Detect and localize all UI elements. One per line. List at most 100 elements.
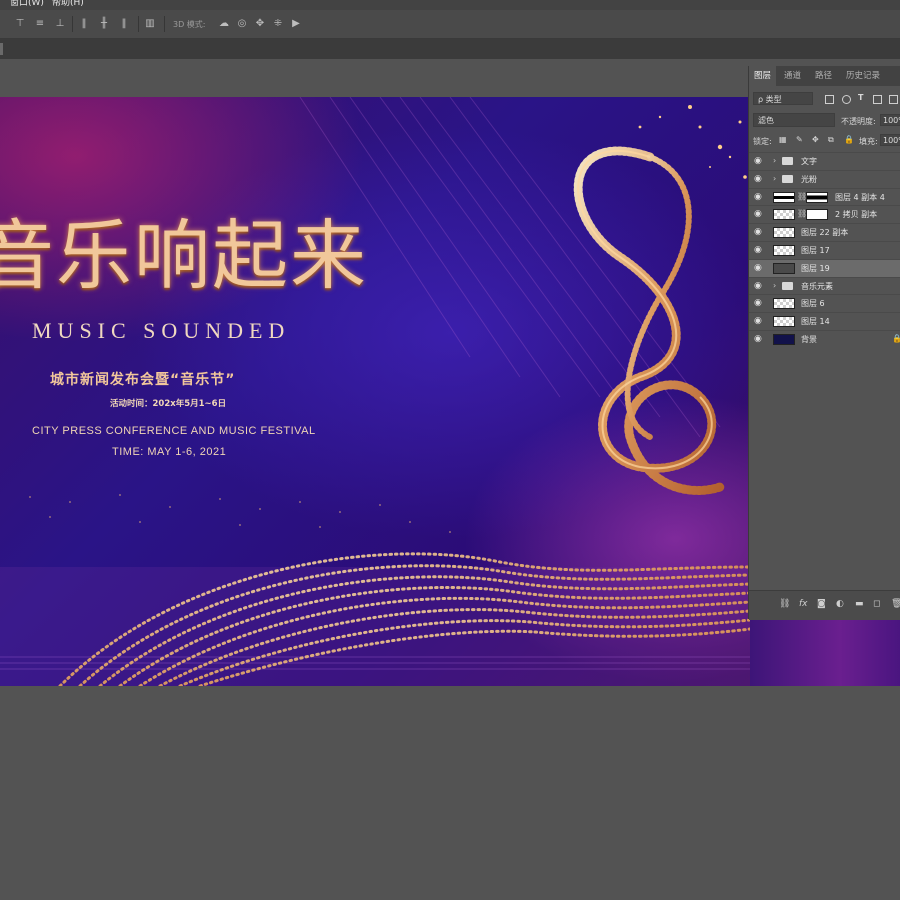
lock-move-icon[interactable]: ✥: [812, 135, 819, 144]
lock-artboard-icon[interactable]: ⧉: [828, 135, 834, 145]
poster-date-en: TIME: MAY 1-6, 2021: [112, 446, 227, 458]
visibility-eye-icon[interactable]: ◉: [754, 192, 762, 202]
3d-mode-label: 3D 模式:: [173, 20, 206, 29]
tab-paths[interactable]: 路径: [810, 66, 837, 86]
filter-pixel-icon[interactable]: [825, 95, 834, 104]
chevron-right-icon[interactable]: ›: [773, 281, 776, 290]
visibility-eye-icon[interactable]: ◉: [754, 317, 762, 326]
new-group-icon[interactable]: ▬: [855, 599, 864, 609]
visibility-eye-icon[interactable]: ◉: [754, 334, 762, 344]
layer-row[interactable]: ◉ › 音乐元素: [749, 276, 900, 295]
options-bar: ⊤ ≡ ⊥ ‖ ╫ ‖ ▥ 3D 模式: ☁ ◎ ✥ ⁜ ▶: [0, 10, 900, 39]
layer-mask-thumbnail[interactable]: [806, 191, 828, 203]
menu-help[interactable]: 帮助(H): [52, 0, 84, 8]
folder-icon: [782, 174, 793, 183]
lock-label: 锁定:: [753, 137, 772, 146]
add-mask-icon[interactable]: ◙: [817, 599, 826, 609]
link-layers-icon[interactable]: ⛓: [779, 599, 790, 609]
delete-layer-icon[interactable]: 🗑: [891, 599, 900, 609]
menu-window[interactable]: 窗口(W): [10, 0, 44, 8]
layer-thumbnail: [773, 209, 795, 221]
tab-channels[interactable]: 通道: [779, 66, 806, 86]
3d-camera-icon[interactable]: ▶: [290, 18, 302, 29]
tab-handle[interactable]: [0, 43, 3, 55]
new-layer-icon[interactable]: ◻: [873, 599, 880, 609]
layer-name: 图层 17: [801, 245, 830, 255]
layer-list: ◉ › 文字 ◉ › 光粉 ◉ ⛓ 图层 4 副本 4 ◉ ⛓ 2 拷贝 副本 …: [749, 152, 900, 348]
visibility-eye-icon[interactable]: ◉: [754, 228, 762, 237]
fx-icon[interactable]: fx: [799, 599, 808, 609]
folder-icon: [782, 281, 793, 290]
canvas-edge: [750, 620, 900, 686]
layer-row-selected[interactable]: ◉ 图层 19: [749, 258, 900, 277]
visibility-eye-icon[interactable]: ◉: [754, 157, 762, 166]
layer-name: 图层 22 副本: [801, 228, 849, 238]
3d-slide-icon[interactable]: ⁜: [272, 18, 284, 29]
layer-name: 图层 4 副本 4: [835, 192, 885, 202]
layer-name: 图层 6: [801, 299, 825, 309]
fill-label: 填充:: [859, 137, 878, 146]
filter-kind-select[interactable]: ρ 类型: [753, 92, 813, 105]
layer-row[interactable]: ◉ ⛓ 2 拷贝 副本: [749, 205, 900, 223]
adjustment-layer-icon[interactable]: ◐: [836, 599, 844, 609]
opacity-input[interactable]: 100%: [880, 114, 900, 126]
document-tab-strip: [0, 39, 900, 59]
layer-row[interactable]: ◉ › 文字: [749, 152, 900, 170]
3d-orbit-icon[interactable]: ☁: [218, 18, 230, 29]
align-top-icon[interactable]: ⊤: [14, 18, 26, 29]
align-bottom-icon[interactable]: ⊥: [54, 18, 66, 29]
layer-name: 背景: [801, 334, 817, 344]
visibility-eye-icon[interactable]: ◉: [754, 245, 762, 255]
chevron-right-icon[interactable]: ›: [773, 156, 776, 165]
poster-event-cn: 城市新闻发布会暨“音乐节”: [50, 372, 236, 388]
layer-row[interactable]: ◉ 图层 22 副本: [749, 223, 900, 241]
visibility-eye-icon[interactable]: ◉: [754, 263, 762, 273]
tab-layers[interactable]: 图层: [749, 66, 777, 86]
separator: [164, 16, 165, 32]
visibility-eye-icon[interactable]: ◉: [754, 299, 762, 308]
blend-mode-select[interactable]: 滤色: [753, 113, 835, 127]
layer-thumbnail: [773, 244, 795, 256]
distribute-left-icon[interactable]: ‖: [78, 18, 90, 29]
layers-panel: 图层 通道 路径 历史记录 ρ 类型 T 滤色 不透明度: 100% 锁定: ▦…: [748, 66, 900, 620]
layer-row[interactable]: ◉ 图层 6: [749, 294, 900, 312]
layer-row[interactable]: ◉ ⛓ 图层 4 副本 4: [749, 187, 900, 206]
visibility-eye-icon[interactable]: ◉: [754, 210, 762, 219]
folder-icon: [782, 157, 793, 165]
poster-title-en: MUSIC SOUNDED: [32, 318, 291, 343]
3d-pan-icon[interactable]: ✥: [254, 18, 266, 29]
layer-row[interactable]: ◉ 背景 🔒: [749, 329, 900, 348]
3d-roll-icon[interactable]: ◎: [236, 18, 248, 29]
lock-all-icon[interactable]: 🔒: [844, 135, 854, 144]
chevron-right-icon[interactable]: ›: [773, 174, 776, 183]
poster-date-cn: 活动时间：202x年5月1~6日: [110, 399, 227, 409]
layer-row[interactable]: ◉ 图层 14: [749, 312, 900, 330]
align-middle-icon[interactable]: ≡: [34, 18, 46, 29]
document-canvas[interactable]: 音乐响起来 MUSIC SOUNDED 城市新闻发布会暨“音乐节” 活动时间：2…: [0, 97, 750, 686]
distribute-right-icon[interactable]: ‖: [118, 18, 130, 29]
tab-history[interactable]: 历史记录: [841, 66, 885, 86]
opacity-label: 不透明度:: [841, 117, 876, 126]
panel-footer: ⛓ fx ◙ ◐ ▬ ◻ 🗑: [749, 590, 900, 620]
lock-pixels-icon[interactable]: ▦: [779, 135, 787, 144]
layer-thumbnail: [773, 316, 795, 328]
lock-brush-icon[interactable]: ✎: [796, 135, 803, 144]
auto-align-icon[interactable]: ▥: [144, 18, 156, 29]
visibility-eye-icon[interactable]: ◉: [754, 281, 762, 291]
filter-smart-object-icon[interactable]: [889, 95, 898, 104]
layer-mask-thumbnail[interactable]: [806, 209, 828, 221]
layer-name: 光粉: [801, 174, 817, 184]
layer-thumbnail: [773, 227, 795, 239]
layer-name: 图层 19: [801, 263, 830, 273]
visibility-eye-icon[interactable]: ◉: [754, 174, 762, 184]
layer-row[interactable]: ◉ › 光粉: [749, 169, 900, 188]
fill-input[interactable]: 100%: [880, 134, 900, 146]
layer-thumbnail: [773, 191, 795, 203]
layer-row[interactable]: ◉ 图层 17: [749, 240, 900, 259]
filter-adjustment-icon[interactable]: [842, 95, 851, 104]
filter-type-icon[interactable]: T: [858, 93, 863, 102]
distribute-center-icon[interactable]: ╫: [98, 18, 110, 29]
poster-title-cn: 音乐响起来: [0, 211, 368, 300]
filter-shape-icon[interactable]: [873, 95, 882, 104]
layer-thumbnail: [773, 262, 795, 274]
